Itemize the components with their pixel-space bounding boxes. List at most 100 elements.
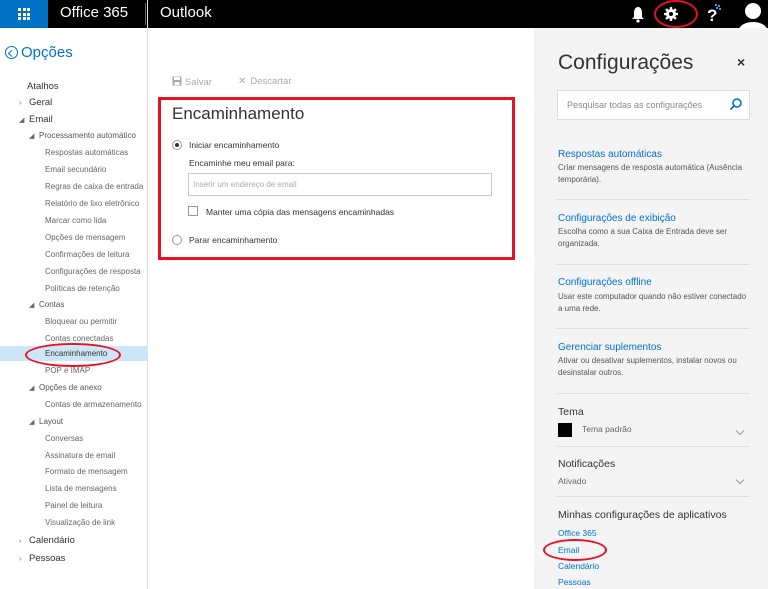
divider: [557, 393, 750, 394]
nav-item-secondary-email[interactable]: Email secundário: [45, 165, 148, 174]
save-button[interactable]: Salvar: [172, 76, 212, 88]
app-title[interactable]: Outlook: [160, 4, 212, 21]
nav-item-block-or-allow[interactable]: Bloquear ou permitir: [45, 317, 148, 326]
theme-value[interactable]: Tema padrão: [582, 424, 632, 434]
manage-addins-desc: Ativar ou desativar suplementos, instala…: [558, 356, 737, 377]
page-title: Encaminhamento: [172, 104, 305, 123]
nav-item-label: Email: [29, 114, 53, 125]
nav-item-mark-as-read[interactable]: Marcar como lida: [45, 216, 148, 225]
expand-arrow-icon: ›: [19, 538, 22, 545]
avatar[interactable]: [733, 0, 768, 28]
collapse-arrow-icon: ◢: [29, 385, 35, 392]
nav-item-junk-report[interactable]: Relatório de lixo eletrônico: [45, 199, 148, 208]
nav-item-shortcuts[interactable]: Atalhos: [27, 81, 59, 92]
stop-forwarding-label[interactable]: Parar encaminhamento: [189, 235, 277, 245]
theme-heading: Tema: [558, 406, 584, 418]
toolbar: Salvar ✕ Descartar: [172, 76, 292, 88]
expand-arrow-icon: ›: [19, 556, 22, 563]
nav-item-conversations[interactable]: Conversas: [45, 434, 148, 443]
forward-email-input[interactable]: Inserir um endereço de email: [188, 173, 492, 196]
manage-addins-link[interactable]: Gerenciar suplementos: [558, 342, 661, 353]
nav-item-message-list[interactable]: Lista de mensagens: [45, 484, 148, 493]
nav-item-label: Processamento automático: [39, 131, 136, 140]
nav-item-reading-pane[interactable]: Painel de leitura: [45, 501, 148, 510]
nav-item-label: Calendário: [29, 535, 75, 546]
nav-item-inbox-rules[interactable]: Regras de caixa de entrada: [45, 182, 148, 191]
nav-item-reply-settings[interactable]: Configurações de resposta: [45, 267, 148, 276]
discard-label: Descartar: [250, 76, 292, 87]
nav-item-label: Geral: [29, 97, 53, 108]
nav-item-read-receipts[interactable]: Confirmações de leitura: [45, 250, 148, 259]
search-icon[interactable]: [729, 97, 743, 111]
svg-text:?: ?: [707, 6, 717, 24]
nav-item-message-options[interactable]: Opções de mensagem: [45, 233, 148, 242]
nav-item-label: Atalhos: [27, 81, 59, 92]
back-arrow-icon: [5, 46, 18, 59]
discard-button[interactable]: ✕ Descartar: [238, 76, 292, 88]
notifications-value[interactable]: Ativado: [558, 476, 586, 486]
nav-group-auto-processing[interactable]: ◢ Processamento automático: [29, 131, 148, 140]
app-settings-calendar-link[interactable]: Calendário: [558, 561, 599, 571]
nav-item-general[interactable]: › Geral: [19, 97, 52, 108]
bell-icon[interactable]: [630, 5, 646, 23]
offline-settings-desc: Usar este computador quando não estiver …: [558, 292, 747, 313]
collapse-arrow-icon: ◢: [19, 117, 25, 124]
save-icon: [172, 76, 182, 86]
nav-item-label: Pessoas: [29, 553, 66, 564]
nav-item-label: Contas: [39, 300, 65, 309]
auto-replies-link[interactable]: Respostas automáticas: [558, 149, 662, 160]
nav-group-accounts[interactable]: ◢ Contas: [29, 300, 64, 309]
search-placeholder: Pesquisar todas as configurações: [567, 100, 703, 110]
display-settings-link[interactable]: Configurações de exibição: [558, 213, 676, 224]
divider: [557, 328, 750, 329]
nav-item-retention-policies[interactable]: Políticas de retenção: [45, 284, 148, 293]
offline-settings-link[interactable]: Configurações offline: [558, 277, 652, 288]
keep-copy-label[interactable]: Manter uma cópia das mensagens encaminha…: [206, 207, 394, 217]
nav-item-storage-accounts[interactable]: Contas de armazenamento: [45, 400, 148, 409]
nav-group-layout[interactable]: ◢ Layout: [29, 417, 63, 426]
display-settings-desc: Escolha como a sua Caixa de Entrada deve…: [558, 227, 727, 248]
stop-forwarding-radio[interactable]: [172, 235, 182, 245]
nav-item-label: Layout: [39, 417, 64, 426]
app-settings-heading: Minhas configurações de aplicativos: [558, 509, 727, 521]
close-icon[interactable]: ×: [737, 54, 745, 70]
nav-item-forwarding[interactable]: Encaminhamento: [0, 346, 148, 361]
start-forwarding-label[interactable]: Iniciar encaminhamento: [189, 140, 279, 150]
nav-item-connected-accounts[interactable]: Contas conectadas: [45, 334, 148, 343]
gear-icon[interactable]: [660, 3, 682, 25]
user-avatar-icon: [733, 0, 768, 28]
settings-search-input[interactable]: Pesquisar todas as configurações: [557, 90, 750, 120]
keep-copy-checkbox[interactable]: [188, 206, 198, 216]
back-label: Opções: [21, 44, 73, 61]
nav-item-auto-replies[interactable]: Respostas automáticas: [45, 148, 148, 157]
notifications-heading: Notificações: [558, 458, 616, 470]
app-settings-office365-link[interactable]: Office 365: [558, 528, 597, 538]
nav-item-people[interactable]: › Pessoas: [19, 553, 65, 564]
forward-to-label: Encaminhe meu email para:: [189, 158, 295, 168]
nav-item-email-signature[interactable]: Assinatura de email: [45, 451, 148, 460]
app-settings-email-link[interactable]: Email: [558, 545, 579, 555]
help-icon[interactable]: ?: [703, 4, 723, 24]
start-forwarding-radio[interactable]: [172, 140, 182, 150]
collapse-arrow-icon: ◢: [29, 133, 35, 140]
nav-item-calendar[interactable]: › Calendário: [19, 535, 75, 546]
divider: [557, 264, 750, 265]
nav-item-message-format[interactable]: Formato de mensagem: [45, 467, 148, 476]
collapse-arrow-icon: ◢: [29, 302, 35, 309]
divider: [557, 446, 750, 447]
expand-arrow-icon: ›: [19, 100, 22, 107]
app-settings-people-link[interactable]: Pessoas: [558, 577, 591, 587]
settings-title: Configurações: [558, 51, 694, 74]
nav-item-label: Opções de anexo: [39, 383, 102, 392]
theme-swatch[interactable]: [558, 423, 572, 437]
save-label: Salvar: [185, 77, 212, 88]
nav-item-pop-imap[interactable]: POP e IMAP: [45, 366, 148, 375]
divider: [557, 199, 750, 200]
discard-x-icon: ✕: [237, 76, 247, 87]
divider: [557, 496, 750, 497]
nav-item-link-preview[interactable]: Visualização de link: [45, 518, 148, 527]
back-to-options-link[interactable]: Opções: [5, 44, 73, 61]
nav-item-email[interactable]: ◢ Email: [19, 114, 53, 125]
nav-group-attachment-options[interactable]: ◢ Opções de anexo: [29, 383, 148, 392]
collapse-arrow-icon: ◢: [29, 419, 35, 426]
